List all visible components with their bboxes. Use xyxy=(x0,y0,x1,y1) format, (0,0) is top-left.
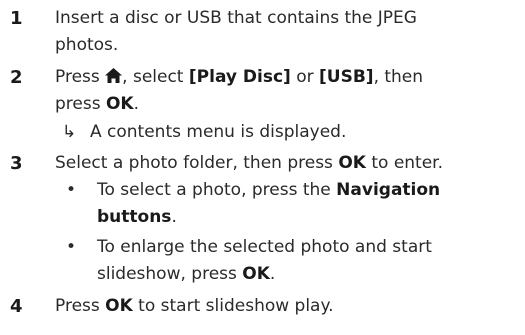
ok-key: OK xyxy=(242,264,270,284)
step-text: to enter. xyxy=(365,153,444,173)
result-line: ↳ A contents menu is displayed. xyxy=(62,120,346,144)
play-disc-option: [Play Disc] xyxy=(188,67,291,87)
step-text: , then xyxy=(373,67,424,87)
step-text: Press xyxy=(55,296,106,316)
navigation-term: Navigation xyxy=(336,180,441,200)
instruction-document: 1 Insert a disc or USB that contains the… xyxy=(0,0,525,335)
step-text: Select a photo folder, then press xyxy=(55,153,339,173)
step-text: to start slideshow play. xyxy=(132,296,334,316)
usb-option: [USB] xyxy=(319,67,374,87)
bullet-marker: • xyxy=(66,180,77,200)
step-text-line: Press , select [Play Disc] or [USB], the… xyxy=(55,65,520,89)
bullet-text-line: buttons. xyxy=(97,205,177,229)
step-text-line: Insert a disc or USB that contains the J… xyxy=(55,6,520,30)
step-text: or xyxy=(290,67,320,87)
result-arrow-icon: ↳ xyxy=(62,122,77,142)
result-text: A contents menu is displayed. xyxy=(90,122,347,142)
buttons-term: buttons xyxy=(97,207,172,227)
ok-key: OK xyxy=(105,94,134,114)
bullet-text: slideshow, press xyxy=(97,264,243,284)
step-text: . xyxy=(133,94,140,114)
step-number: 4 xyxy=(10,296,23,317)
ok-key: OK xyxy=(105,296,133,316)
ok-key: OK xyxy=(338,153,366,173)
step-number: 2 xyxy=(10,67,23,88)
home-icon xyxy=(105,68,123,83)
step-text: photos. xyxy=(55,35,119,55)
step-number: 1 xyxy=(10,8,23,29)
bullet-text: . xyxy=(269,264,276,284)
step-number: 3 xyxy=(10,153,23,174)
bullet-text-line: To select a photo, press the Navigation xyxy=(97,178,440,202)
step-text-line: photos. xyxy=(55,33,520,57)
bullet-text: . xyxy=(171,207,177,227)
step-text: press xyxy=(55,94,106,114)
step-text: , select xyxy=(122,67,189,87)
bullet-marker: • xyxy=(66,237,77,257)
bullet-text-line: To enlarge the selected photo and start xyxy=(97,235,432,259)
bullet-text: To select a photo, press the xyxy=(97,180,337,200)
step-text: Insert a disc or USB that contains the J… xyxy=(55,8,417,28)
step-text: Press xyxy=(55,67,106,87)
step-text-line: Press OK to start slideshow play. xyxy=(55,294,520,318)
step-text-line: press OK. xyxy=(55,92,520,116)
bullet-text-line: slideshow, press OK. xyxy=(97,262,275,286)
step-text-line: Select a photo folder, then press OK to … xyxy=(55,151,520,175)
bullet-text: To enlarge the selected photo and start xyxy=(97,237,432,257)
